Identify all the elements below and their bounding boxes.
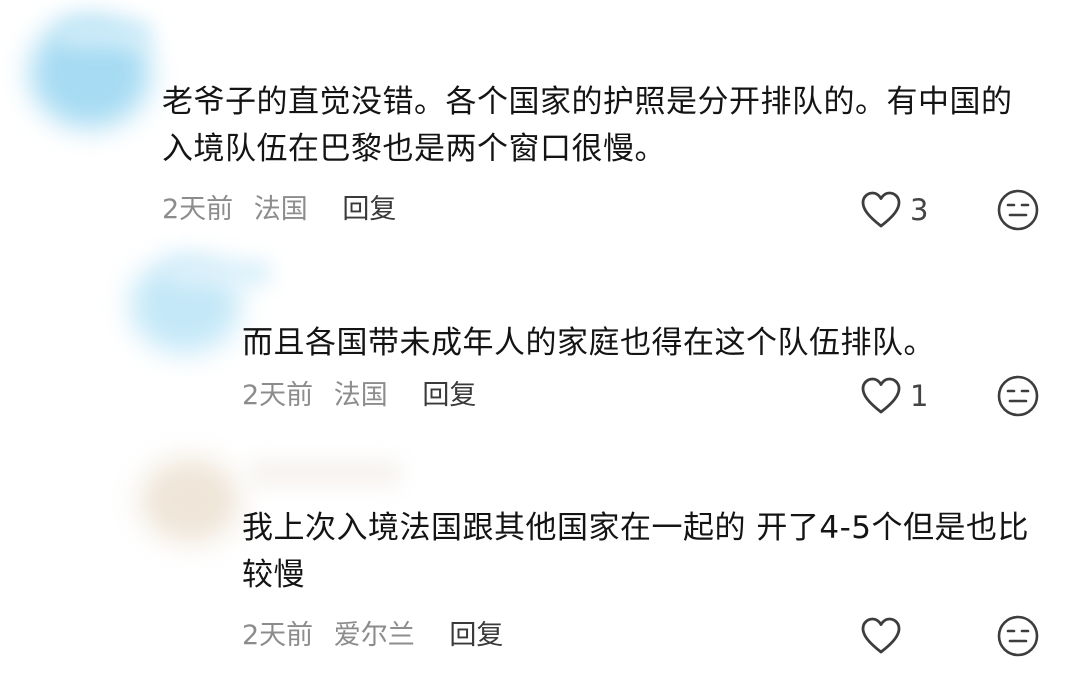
reply-button[interactable]: 回复 [449, 620, 503, 652]
username[interactable] [170, 260, 270, 286]
comment-item: 我上次入境法国跟其他国家在一起的 开了4-5个但是也比较慢 2天前 爱尔兰 回复 [0, 440, 1080, 675]
username[interactable] [250, 460, 400, 486]
dislike-button[interactable] [996, 614, 1040, 662]
heart-outline-icon [861, 191, 901, 228]
comment-text: 我上次入境法国跟其他国家在一起的 开了4-5个但是也比较慢 [242, 510, 1029, 593]
comment-text: 老爷子的直觉没错。各个国家的护照是分开排队的。有中国的入境队伍在巴黎也是两个窗口… [162, 84, 1013, 167]
comment-time: 2天前 [242, 620, 314, 651]
comment-location: 法国 [253, 194, 308, 225]
comment-meta: 2天前 法国 回复 [162, 194, 396, 226]
comment-text: 而且各国带未成年人的家庭也得在这个队伍排队。 [242, 325, 935, 361]
like-button[interactable] [860, 616, 910, 656]
comment-item: 而且各国带未成年人的家庭也得在这个队伍排队。 2天前 法国 回复 1 [0, 240, 1080, 440]
neutral-face-icon [997, 375, 1039, 417]
neutral-face-icon [997, 615, 1039, 657]
dislike-button[interactable] [996, 188, 1040, 236]
neutral-face-icon [997, 189, 1039, 231]
username[interactable] [60, 22, 150, 48]
like-button[interactable]: 1 [860, 376, 928, 416]
comment-location: 爱尔兰 [333, 620, 415, 651]
heart-outline-icon [861, 617, 901, 654]
comment-time: 2天前 [162, 194, 234, 225]
like-button[interactable]: 3 [860, 190, 928, 230]
comment-location: 法国 [333, 380, 388, 411]
comment-time: 2天前 [242, 380, 314, 411]
reply-button[interactable]: 回复 [342, 194, 396, 226]
comment-item: 老爷子的直觉没错。各个国家的护照是分开排队的。有中国的入境队伍在巴黎也是两个窗口… [0, 0, 1080, 240]
dislike-button[interactable] [996, 374, 1040, 422]
like-count: 1 [910, 379, 929, 413]
comment-meta: 2天前 爱尔兰 回复 [242, 620, 503, 652]
reply-button[interactable]: 回复 [422, 380, 476, 412]
avatar[interactable] [140, 458, 240, 543]
comment-meta: 2天前 法国 回复 [242, 380, 476, 412]
like-count: 3 [910, 193, 929, 227]
heart-outline-icon [861, 377, 901, 414]
